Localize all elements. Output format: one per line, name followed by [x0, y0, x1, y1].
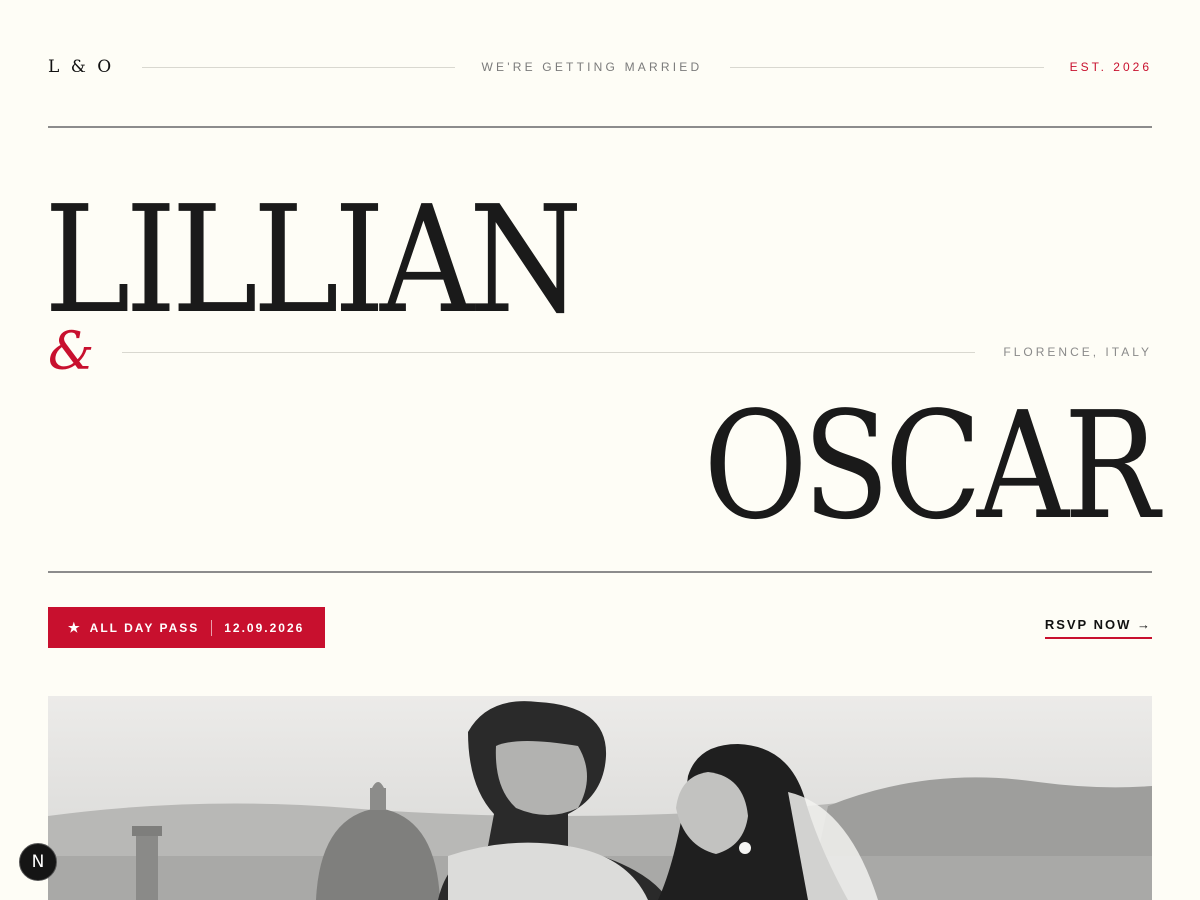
header-tagline: WE'RE GETTING MARRIED	[481, 60, 703, 74]
second-name-heading: OSCAR	[703, 380, 1159, 552]
header-divider-right	[730, 66, 1044, 68]
nextjs-icon: N	[31, 852, 45, 872]
couple-photo	[48, 696, 1152, 900]
location-label: FLORENCE, ITALY	[1003, 345, 1152, 359]
star-icon: ★	[68, 619, 82, 635]
monogram-logo[interactable]: L & O	[48, 57, 114, 77]
top-header: L & O WE'RE GETTING MARRIED EST. 2026	[48, 55, 1152, 79]
nextjs-dev-badge[interactable]: N	[19, 843, 57, 881]
hero-bottom-rule	[48, 571, 1152, 573]
established-year: EST. 2026	[1069, 60, 1152, 74]
header-rule	[48, 126, 1152, 128]
ampersand-divider	[122, 351, 976, 353]
all-day-pass-button[interactable]: ★ ALL DAY PASS 12.09.2026	[48, 607, 326, 648]
rsvp-link[interactable]: RSVP NOW →	[1044, 617, 1152, 639]
pass-date: 12.09.2026	[224, 620, 305, 635]
pass-divider	[211, 619, 213, 636]
couple-photo-illustration	[48, 696, 1152, 900]
pass-label: ALL DAY PASS	[89, 620, 200, 635]
header-divider-left	[142, 66, 456, 68]
ampersand-glyph: &	[48, 322, 95, 382]
wedding-landing-page: L & O WE'RE GETTING MARRIED EST. 2026 LI…	[0, 0, 1200, 900]
first-name-heading: LILLIAN	[44, 174, 583, 346]
ampersand-row: & FLORENCE, ITALY	[48, 322, 1152, 382]
